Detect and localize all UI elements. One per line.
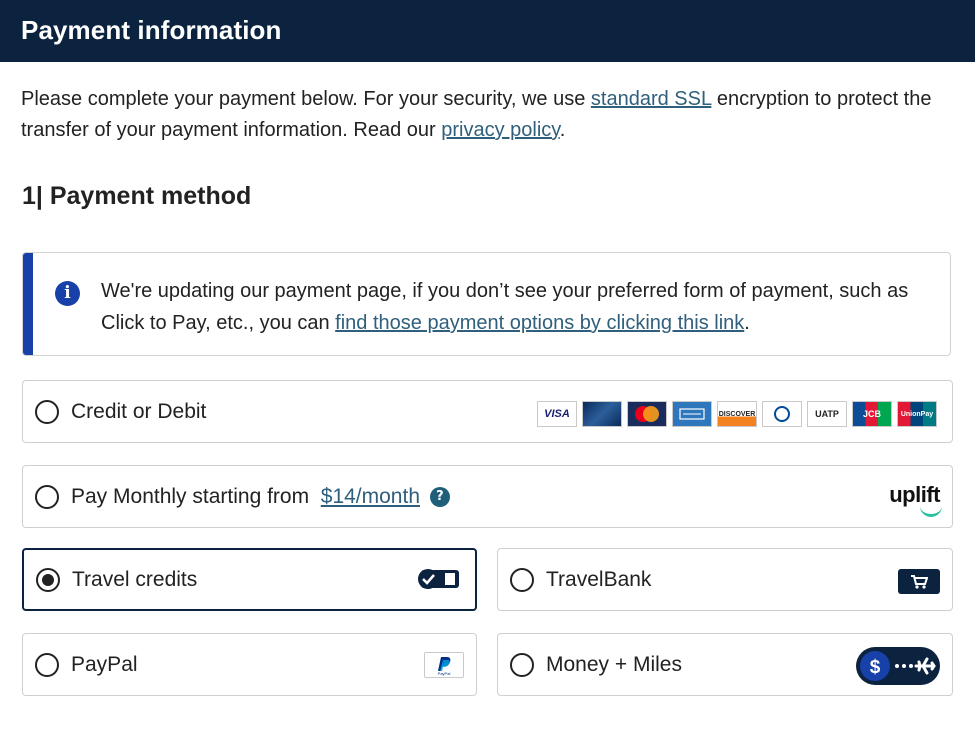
pay-monthly-label: Pay Monthly starting from (71, 484, 310, 508)
notice-accent-bar (23, 253, 33, 355)
travel-credits-label: Travel credits (72, 567, 198, 591)
jcb-icon: JCB (852, 401, 892, 427)
notice-text-part: . (744, 312, 750, 334)
credit-debit-radio[interactable] (35, 399, 59, 424)
money-miles-radio[interactable] (510, 652, 534, 677)
info-icon: i (55, 281, 80, 306)
other-payment-options-link[interactable]: find those payment options by clicking t… (335, 312, 744, 334)
card-icon (582, 401, 622, 427)
uplift-logo: uplift (889, 482, 942, 517)
amex-icon (672, 401, 712, 427)
unionpay-icon: UnionPay (897, 401, 937, 427)
notice-text: We're updating our payment page, if you … (101, 275, 941, 339)
intro-text: Please complete your payment below. For … (21, 88, 591, 110)
paypal-label: PayPal (71, 652, 138, 676)
credit-debit-label: Credit or Debit (71, 399, 207, 423)
card-logos: VISA DISCOVER UATP JCB UnionPay (537, 401, 937, 427)
travel-credits-radio[interactable] (36, 567, 60, 592)
svg-text:$: $ (870, 657, 881, 678)
option-money-miles[interactable]: Money + Miles $ (497, 633, 953, 696)
travelbank-label: TravelBank (546, 567, 652, 591)
uplift-brand: uplift (889, 482, 940, 507)
payment-notice: i We're updating our payment page, if yo… (22, 252, 951, 356)
cart-icon (898, 569, 940, 594)
option-credit-debit[interactable]: Credit or Debit VISA DISCOVER UATP JCB U… (22, 380, 953, 443)
discover-icon: DISCOVER (717, 401, 757, 427)
privacy-policy-link[interactable]: privacy policy (441, 119, 560, 141)
monthly-price-link[interactable]: $14/month (321, 485, 420, 508)
paypal-logo-icon: PayPal (424, 652, 464, 678)
money-miles-icon: $ (856, 647, 940, 685)
ssl-link[interactable]: standard SSL (591, 88, 711, 110)
diners-club-icon (762, 401, 802, 427)
option-paypal[interactable]: PayPal PayPal (22, 633, 477, 696)
travel-credit-card-icon (418, 569, 459, 589)
page-title: Payment information (21, 15, 282, 45)
security-intro: Please complete your payment below. For … (21, 84, 956, 146)
visa-icon: VISA (537, 401, 577, 427)
page-header: Payment information (0, 0, 975, 62)
option-pay-monthly[interactable]: Pay Monthly starting from $14/month ? up… (22, 465, 953, 528)
pay-monthly-radio[interactable] (35, 484, 59, 509)
money-miles-label: Money + Miles (546, 652, 682, 676)
svg-text:PayPal: PayPal (438, 671, 451, 676)
help-icon[interactable]: ? (429, 486, 450, 507)
mastercard-icon (627, 401, 667, 427)
travelbank-radio[interactable] (510, 567, 534, 592)
intro-text: . (559, 119, 566, 141)
option-travel-credits[interactable]: Travel credits (22, 548, 477, 611)
option-travelbank[interactable]: TravelBank (497, 548, 953, 611)
payment-method-heading: 1| Payment method (22, 182, 252, 210)
uatp-icon: UATP (807, 401, 847, 427)
pay-monthly-label-group: Pay Monthly starting from $14/month ? (71, 484, 450, 510)
paypal-radio[interactable] (35, 652, 59, 677)
uplift-smile-icon (920, 506, 942, 517)
